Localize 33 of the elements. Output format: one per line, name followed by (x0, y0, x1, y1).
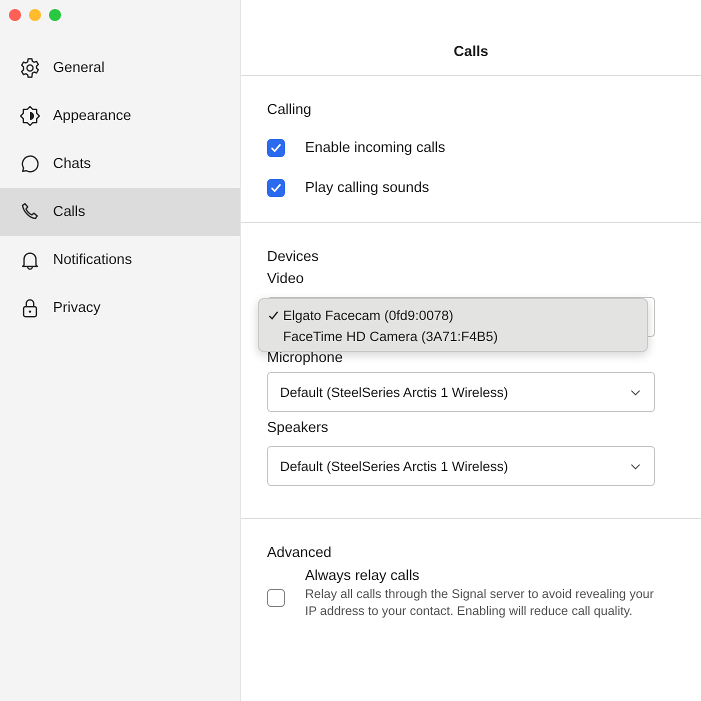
close-button[interactable] (9, 9, 21, 21)
sidebar-item[interactable]: Chats (0, 140, 240, 188)
sidebar-item[interactable]: Privacy (0, 284, 240, 332)
checkbox-label: Always relay calls (305, 568, 420, 584)
sidebar-item[interactable]: Appearance (0, 92, 240, 140)
sidebar-item[interactable]: General (0, 44, 240, 92)
menu-item-label: Elgato Facecam (0fd9:0078) (283, 308, 454, 323)
checkbox-label: Play calling sounds (305, 180, 430, 196)
page-title: Calls (241, 0, 701, 76)
checkmark-icon (269, 181, 283, 195)
checkbox[interactable] (267, 139, 285, 157)
option-description: Relay all calls through the Signal server to avoid revealing your IP address to your contact. Enabling will reduce call quality. (305, 586, 655, 620)
zoom-button[interactable] (49, 9, 61, 21)
speech-bubble-icon (19, 153, 41, 175)
section-heading: Calling (267, 102, 312, 118)
checkbox[interactable] (267, 589, 285, 607)
speakers-select[interactable]: Default (SteelSeries Arctis 1 Wireless) (267, 446, 655, 486)
sidebar-item[interactable]: Notifications (0, 236, 240, 284)
brightness-icon (19, 105, 41, 127)
field-label: Speakers (267, 420, 330, 436)
section-heading: Advanced (267, 545, 332, 561)
field-label: Microphone (267, 350, 344, 366)
menu-item-label: FaceTime HD Camera (3A71:F4B5) (283, 329, 498, 344)
gear-icon (19, 57, 41, 79)
microphone-select[interactable]: Default (SteelSeries Arctis 1 Wireless) (267, 372, 655, 412)
checkbox-label: Enable incoming calls (305, 140, 446, 156)
checkbox[interactable] (267, 179, 285, 197)
field-label: Video (267, 271, 305, 287)
menu-item[interactable]: FaceTime HD Camera (3A71:F4B5) (259, 326, 647, 347)
section-heading: Devices (267, 249, 320, 265)
menu-item[interactable]: Elgato Facecam (0fd9:0078) (259, 305, 647, 326)
sidebar-item[interactable]: Calls (0, 188, 240, 236)
checkmark-icon (269, 141, 283, 155)
